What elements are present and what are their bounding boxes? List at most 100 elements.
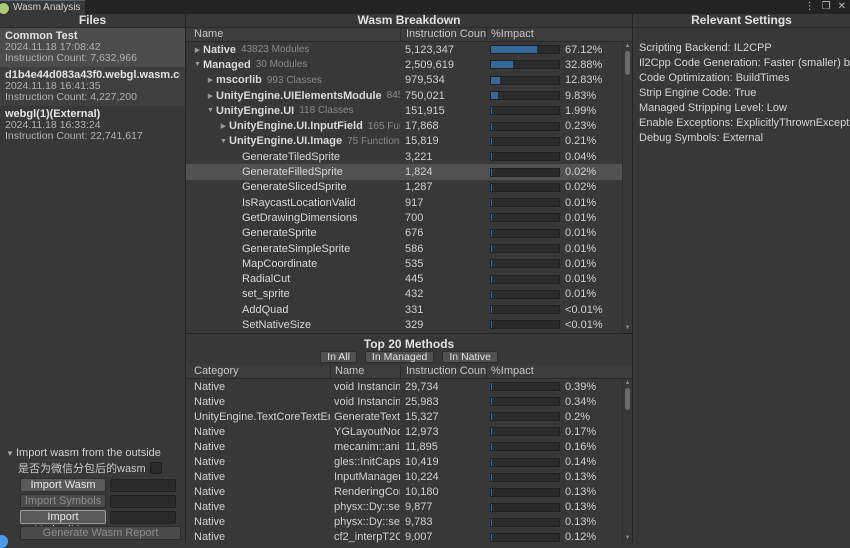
breakdown-row[interactable]: ▶mscorlib993 Classes979,53412.83% [186, 73, 623, 88]
top20-row[interactable]: Nativemecanim::ani...11,8950.16% [186, 439, 623, 454]
foldout-expanded-icon[interactable]: ▼ [192, 61, 203, 68]
node-name: GenerateSlicedSprite [242, 181, 347, 193]
breakdown-row[interactable]: GetDrawingDimensions7000.01% [186, 210, 623, 225]
foldout-collapsed-icon[interactable]: ▶ [192, 46, 203, 54]
instruction-count: 25,983 [400, 396, 486, 408]
breakdown-row[interactable]: GenerateSimpleSprite5860.01% [186, 241, 623, 256]
impact-cell: 67.12% [486, 44, 623, 56]
filter-button-in-managed[interactable]: In Managed [365, 351, 434, 363]
breakdown-row[interactable]: ▶UnityEngine.UIElementsModule845 Classes… [186, 88, 623, 103]
breakdown-row[interactable]: GenerateFilledSprite1,8240.02% [186, 164, 623, 179]
window-maximize-icon[interactable]: ❐ [822, 0, 831, 14]
method-category: Native [186, 441, 330, 453]
instruction-count: 445 [400, 273, 486, 285]
scroll-down-icon[interactable]: ▼ [623, 325, 632, 332]
breakdown-title: Wasm Breakdown [186, 14, 632, 28]
top20-row[interactable]: Nativegles::InitCaps(...10,4190.14% [186, 454, 623, 469]
top20-row[interactable]: Nativephysx::Dy::set...9,7830.13% [186, 515, 623, 530]
tree-name-cell: SetNativeSize [186, 319, 400, 331]
top20-row[interactable]: NativeRenderingCom...10,1800.13% [186, 485, 623, 500]
scroll-up-icon[interactable]: ▲ [623, 43, 632, 50]
tree-name-cell: GetDrawingDimensions [186, 212, 400, 224]
column-category[interactable]: Category [186, 365, 330, 378]
window-menu-icon[interactable]: ⋮ [805, 0, 815, 14]
impact-cell: 0.13% [486, 486, 623, 498]
breakdown-row[interactable]: ▼UnityEngine.UI.Image75 Functions15,8190… [186, 134, 623, 149]
foldout-expanded-icon[interactable]: ▼ [218, 138, 229, 145]
tree-name-cell: ▼Managed30 Modules [186, 59, 400, 71]
top20-row[interactable]: UnityEngine.TextCoreTextEngin...Generate… [186, 409, 623, 424]
breakdown-scrollbar[interactable]: ▲ ▼ [622, 42, 632, 333]
file-list-item[interactable]: webgl(1)(External)2024.11.18 16:33:24Ins… [0, 106, 185, 145]
impact-bar-track [490, 533, 560, 542]
scroll-up-icon[interactable]: ▲ [623, 380, 632, 387]
import-wasm-path-field[interactable] [110, 479, 176, 492]
column-instruction-count[interactable]: Instruction Count [400, 365, 486, 378]
column-instruction-count[interactable]: Instruction Count [400, 28, 486, 41]
impact-bar-track [490, 442, 560, 451]
node-name: mscorlib [216, 74, 262, 86]
import-methodmap-button[interactable]: Import MethodMap [20, 510, 106, 524]
breakdown-row[interactable]: GenerateTiledSprite3,2210.04% [186, 149, 623, 164]
breakdown-row[interactable]: ▶UnityEngine.UI.InputField165 Functions1… [186, 118, 623, 133]
breakdown-row[interactable]: ▼Managed30 Modules2,509,61932.88% [186, 57, 623, 72]
breakdown-row[interactable]: MapCoordinate5350.01% [186, 256, 623, 271]
top20-row[interactable]: NativeInputManager:...10,2240.13% [186, 470, 623, 485]
file-list-item[interactable]: Common Test2024.11.18 17:08:42Instructio… [0, 28, 185, 67]
foldout-collapsed-icon[interactable]: ▶ [205, 76, 216, 84]
impact-value: 0.13% [565, 486, 596, 498]
breakdown-row[interactable]: GenerateSprite6760.01% [186, 226, 623, 241]
wechat-subpackage-checkbox[interactable] [150, 462, 162, 474]
top20-scrollbar[interactable]: ▲ ▼ [622, 379, 632, 543]
breakdown-row[interactable]: SetNativeSize329 <0.01% [186, 317, 623, 332]
top20-row[interactable]: Nativecf2_interpT2C...9,0070.12% [186, 530, 623, 543]
import-foldout[interactable]: ▼ Import wasm from the outside [0, 446, 184, 460]
tree-name-cell: GenerateSimpleSprite [186, 243, 400, 255]
foldout-collapsed-icon[interactable]: ▶ [218, 122, 229, 130]
filter-button-in-native[interactable]: In Native [442, 351, 497, 363]
window-close-icon[interactable]: ✕ [838, 0, 846, 14]
breakdown-row[interactable]: GenerateSlicedSprite1,2870.02% [186, 180, 623, 195]
foldout-arrow-icon[interactable]: ▼ [6, 449, 16, 458]
breakdown-row[interactable]: AddQuad331<0.01% [186, 302, 623, 317]
foldout-expanded-icon[interactable]: ▼ [205, 107, 216, 114]
breakdown-row[interactable]: IsRaycastLocationValid9170.01% [186, 195, 623, 210]
top20-row[interactable]: NativeYGLayoutNod...12,9730.17% [186, 424, 623, 439]
import-foldout-label: Import wasm from the outside [16, 447, 161, 459]
filter-button-in-all[interactable]: In All [320, 351, 357, 363]
impact-cell: 0.13% [486, 471, 623, 483]
scroll-down-icon[interactable]: ▼ [623, 535, 632, 542]
impact-value: 0.01% [565, 273, 596, 285]
top20-row[interactable]: Nativephysx::Dy::set...9,8770.13% [186, 500, 623, 515]
impact-cell: 0.14% [486, 456, 623, 468]
column-name[interactable]: Name [186, 28, 400, 41]
import-methodmap-path-field[interactable] [110, 511, 176, 524]
breakdown-row[interactable]: RadialCut4450.01% [186, 271, 623, 286]
impact-bar-track [490, 183, 560, 192]
impact-bar-fill [491, 474, 492, 481]
tab-wasm-analysis[interactable]: Wasm Analysis [0, 0, 85, 14]
impact-cell: 0.13% [486, 501, 623, 513]
top20-row[interactable]: Nativevoid Instancin...25,9830.34% [186, 394, 623, 409]
top20-row[interactable]: Nativevoid Instancin...29,7340.39% [186, 379, 623, 394]
impact-cell: 0.01% [486, 273, 623, 285]
node-name: Managed [203, 59, 251, 71]
import-wasm-button[interactable]: Import Wasm [20, 478, 106, 492]
breakdown-row[interactable]: ▶Native43823 Modules5,123,34767.12% [186, 42, 623, 57]
breakdown-row[interactable]: ▼UnityEngine.UI118 Classes151,9151.99% [186, 103, 623, 118]
breakdown-row[interactable]: set_sprite4320.01% [186, 287, 623, 302]
impact-value: <0.01% [565, 319, 603, 331]
impact-value: 0.13% [565, 516, 596, 528]
scrollbar-thumb[interactable] [625, 51, 630, 75]
column-impact[interactable]: %Impact [486, 365, 632, 378]
import-symbols-path-field[interactable] [110, 495, 176, 508]
scrollbar-thumb[interactable] [625, 388, 630, 410]
impact-bar-track [490, 244, 560, 253]
foldout-collapsed-icon[interactable]: ▶ [205, 92, 216, 100]
column-name[interactable]: Name [330, 365, 400, 378]
file-list-item[interactable]: d1b4e44d083a43f0.webgl.wasm.code.unity20… [0, 67, 185, 106]
instruction-count: 329 [400, 319, 486, 331]
method-category: Native [186, 486, 330, 498]
column-impact[interactable]: %Impact [486, 28, 632, 41]
impact-cell: 0.34% [486, 396, 623, 408]
